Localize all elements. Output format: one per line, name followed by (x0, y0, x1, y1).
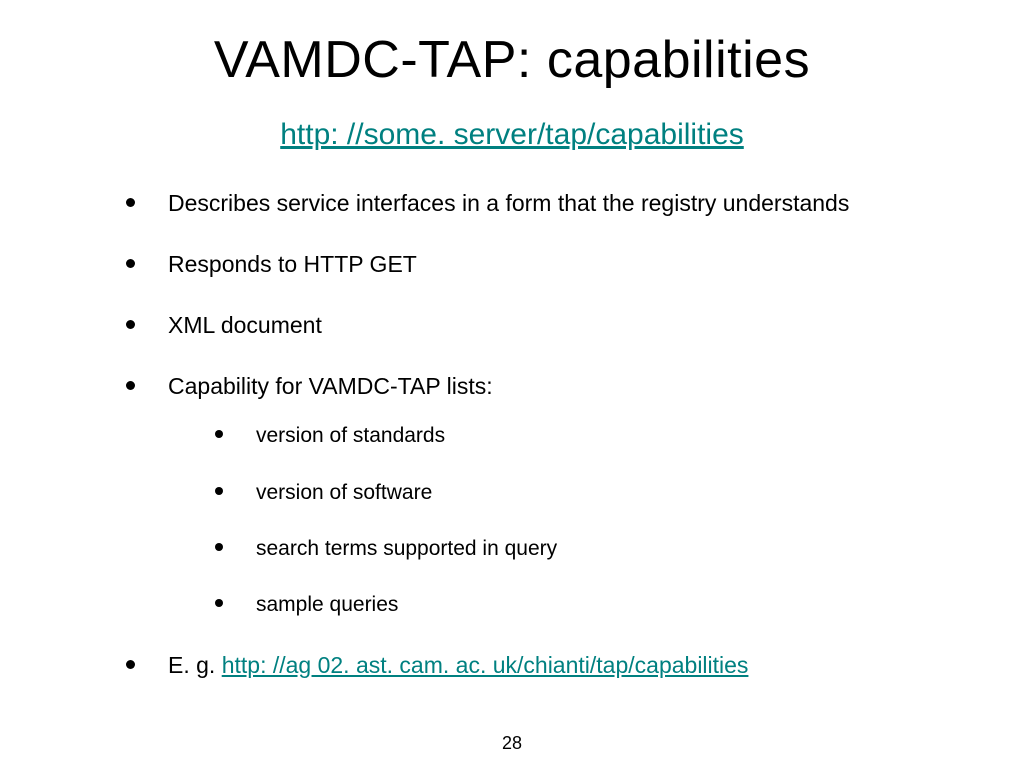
list-item: XML document (150, 304, 964, 341)
list-item: Responds to HTTP GET (150, 243, 964, 280)
list-item: version of standards (238, 416, 964, 450)
slide-title: VAMDC-TAP: capabilities (60, 30, 964, 90)
capabilities-url-link[interactable]: http: //some. server/tap/capabilities (280, 118, 744, 151)
page-number: 28 (0, 733, 1024, 754)
list-item-text: Capability for VAMDC-TAP lists: (168, 373, 493, 399)
list-item: Describes service interfaces in a form t… (150, 182, 964, 219)
eg-prefix: E. g. (168, 652, 222, 678)
list-item: version of software (238, 473, 964, 507)
slide: VAMDC-TAP: capabilities http: //some. se… (0, 0, 1024, 768)
slide-subtitle: http: //some. server/tap/capabilities (60, 118, 964, 152)
list-item: search terms supported in query (238, 529, 964, 563)
list-item: Capability for VAMDC-TAP lists: version … (150, 365, 964, 619)
bullet-list: Describes service interfaces in a form t… (60, 182, 964, 681)
list-item: E. g. http: //ag 02. ast. cam. ac. uk/ch… (150, 644, 964, 681)
example-url-link[interactable]: http: //ag 02. ast. cam. ac. uk/chianti/… (222, 652, 749, 678)
sub-bullet-list: version of standards version of software… (168, 416, 964, 619)
list-item: sample queries (238, 585, 964, 619)
